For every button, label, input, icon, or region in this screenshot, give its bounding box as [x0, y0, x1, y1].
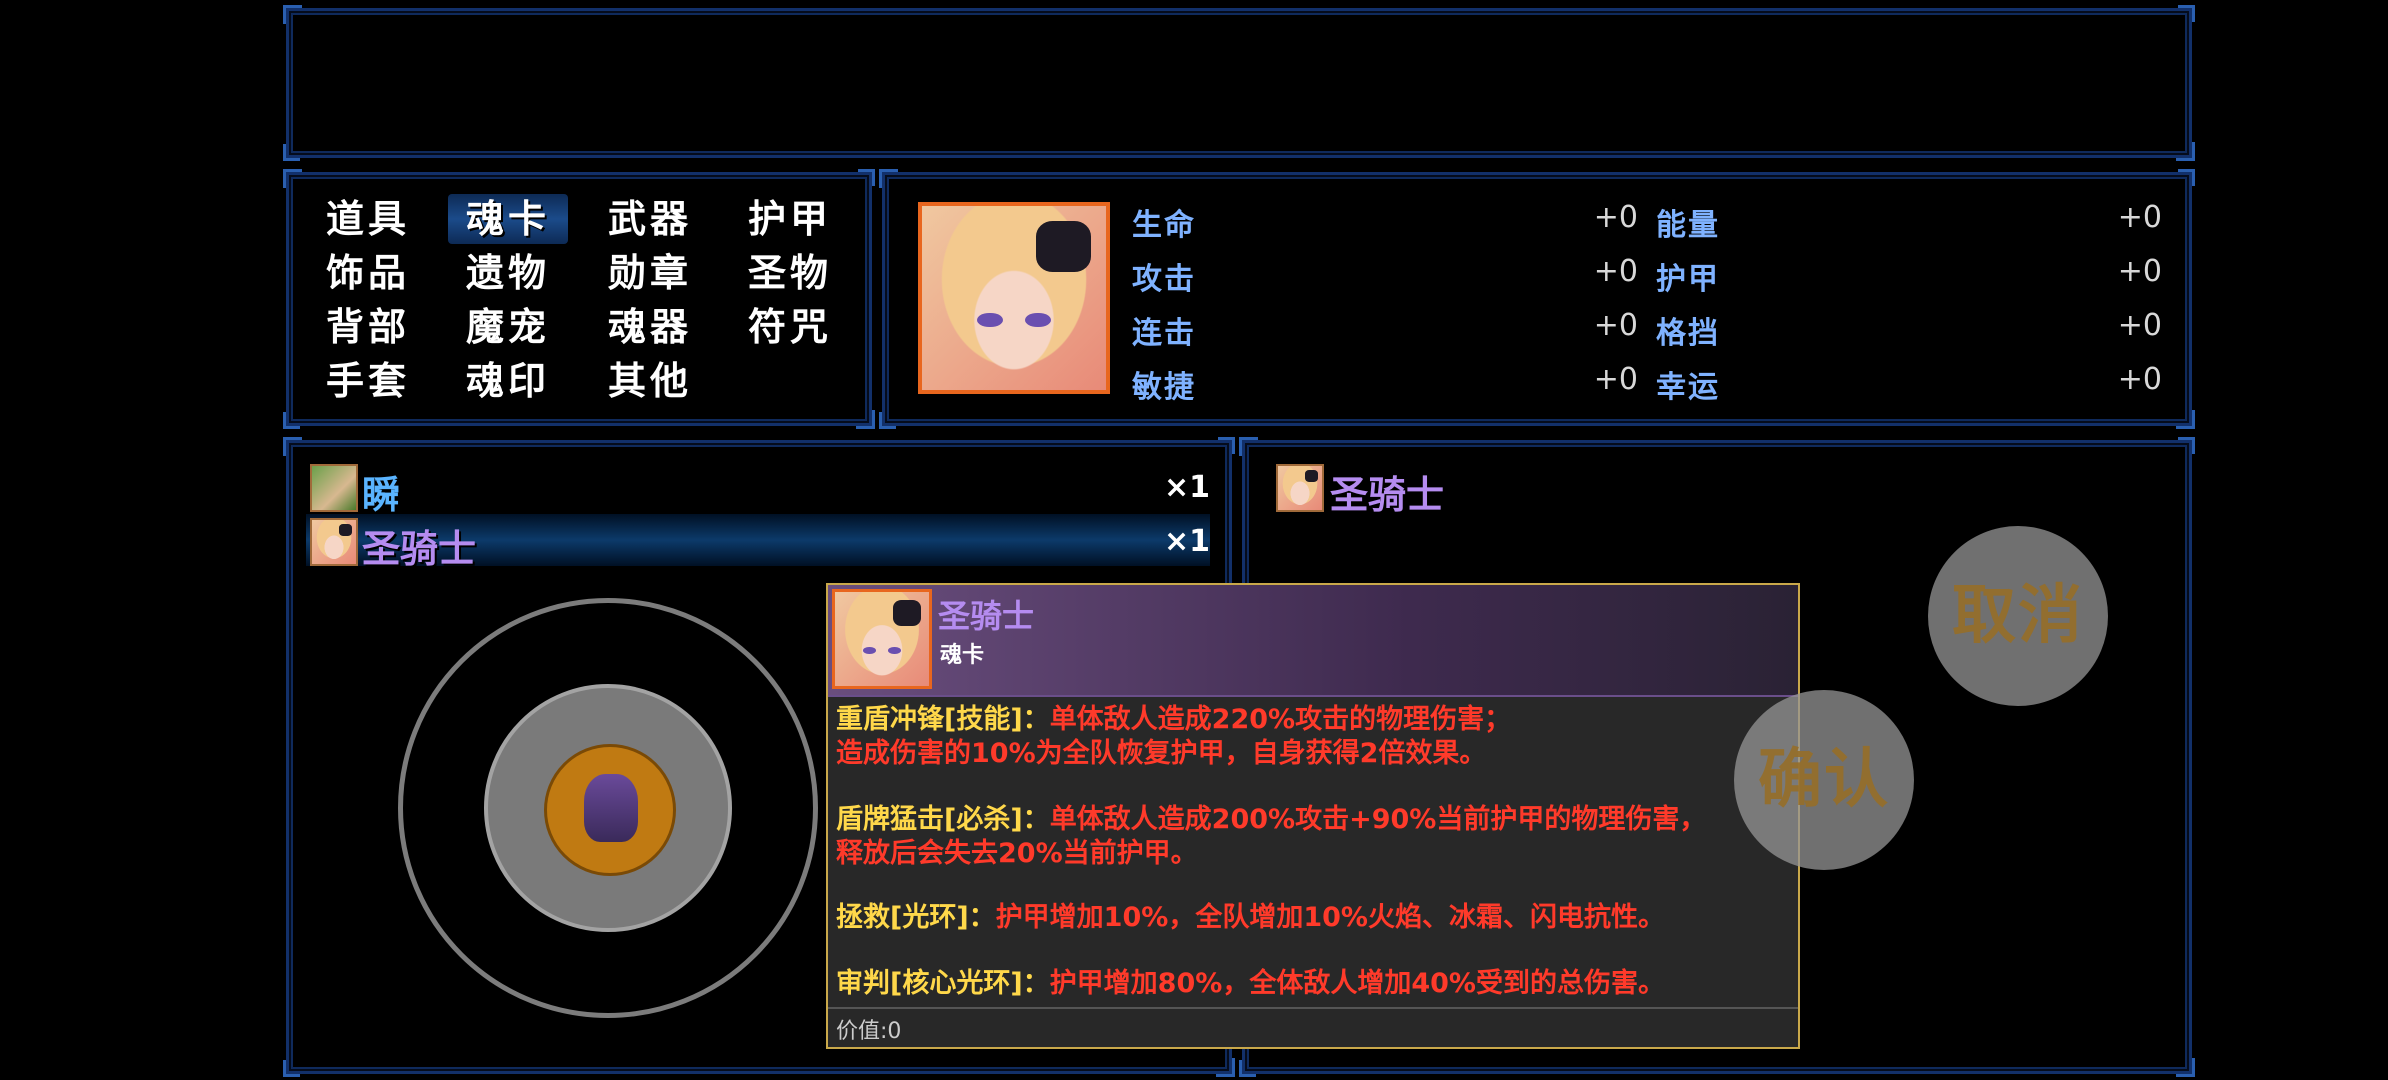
tooltip-value: 价值:0 [836, 1019, 902, 1044]
top-banner-frame [283, 5, 2195, 161]
category-item[interactable]: 背部 [308, 302, 428, 352]
category-item[interactable]: 圣物 [730, 248, 850, 298]
category-item[interactable]: 饰品 [308, 248, 428, 298]
cancel-button[interactable]: 取消 [1928, 526, 2108, 706]
tooltip-footer: 价值:0 [828, 1007, 1798, 1047]
category-item-selected[interactable]: 魂卡 [448, 194, 568, 244]
stat-label-armor: 护甲 [1656, 262, 1720, 297]
stat-value-agility: +0 [1593, 362, 1638, 397]
category-item[interactable]: 魂器 [590, 302, 710, 352]
stat-value-attack: +0 [1593, 254, 1638, 289]
confirm-button[interactable]: 确认 [1734, 690, 1914, 870]
tooltip-portrait [832, 589, 932, 689]
item-tooltip: 圣骑士 魂卡 重盾冲锋[技能]：单体敌人造成220%攻击的物理伤害； 造成伤害的… [826, 583, 1800, 1049]
category-item[interactable]: 遗物 [448, 248, 568, 298]
category-item[interactable]: 魔宠 [448, 302, 568, 352]
tooltip-item-type: 魂卡 [940, 643, 985, 668]
skill-line: 重盾冲锋[技能]：单体敌人造成220%攻击的物理伤害； [836, 704, 1512, 735]
category-item[interactable]: 勋章 [590, 248, 710, 298]
item-quantity: ×1 [1164, 470, 1211, 505]
skill-line: 拯救[光环]：护甲增加10%，全队增加10%火焰、冰霜、闪电抗性。 [836, 902, 1665, 933]
stat-label-block: 格挡 [1656, 316, 1720, 351]
stat-label-attack: 攻击 [1132, 262, 1196, 297]
stat-label-luck: 幸运 [1656, 370, 1720, 405]
category-item[interactable]: 手套 [308, 356, 428, 406]
category-item[interactable]: 道具 [308, 194, 428, 244]
player-character-sprite [584, 774, 638, 842]
stat-label-hp: 生命 [1132, 208, 1196, 243]
stat-value-block: +0 [2117, 308, 2162, 343]
skill-line: 释放后会失去20%当前护甲。 [836, 838, 1198, 869]
stat-value-hp: +0 [1593, 200, 1638, 235]
blonde-knight-portrait-icon [922, 206, 1106, 390]
skill-line: 造成伤害的10%为全队恢复护甲，自身获得2倍效果。 [836, 738, 1487, 769]
skill-line: 盾牌猛击[必杀]：单体敌人造成200%攻击+90%当前护甲的物理伤害， [836, 804, 1707, 835]
tooltip-item-name: 圣骑士 [938, 597, 1035, 635]
green-haired-character-icon [310, 464, 358, 512]
stat-value-luck: +0 [2117, 362, 2162, 397]
stat-label-energy: 能量 [1656, 208, 1720, 243]
character-portrait [918, 202, 1110, 394]
blonde-knight-portrait-icon [835, 592, 929, 686]
item-quantity: ×1 [1164, 524, 1211, 559]
blonde-knight-portrait-icon [310, 518, 358, 566]
stat-label-combo: 连击 [1132, 316, 1196, 351]
stat-value-combo: +0 [1593, 308, 1638, 343]
item-name[interactable]: 圣骑士 [362, 518, 476, 573]
category-item[interactable]: 护甲 [730, 194, 850, 244]
stat-label-agility: 敏捷 [1132, 370, 1196, 405]
stat-value-armor: +0 [2117, 254, 2162, 289]
category-item[interactable]: 武器 [590, 194, 710, 244]
blonde-knight-portrait-icon [1276, 464, 1324, 512]
category-item[interactable]: 其他 [590, 356, 710, 406]
item-name[interactable]: 瞬 [362, 464, 400, 519]
tooltip-header: 圣骑士 魂卡 [828, 585, 1798, 697]
category-item[interactable]: 魂印 [448, 356, 568, 406]
stat-value-energy: +0 [2117, 200, 2162, 235]
detail-item-name: 圣骑士 [1330, 473, 1445, 517]
category-item[interactable]: 符咒 [730, 302, 850, 352]
skill-line: 审判[核心光环]：护甲增加80%，全体敌人增加40%受到的总伤害。 [836, 968, 1665, 999]
